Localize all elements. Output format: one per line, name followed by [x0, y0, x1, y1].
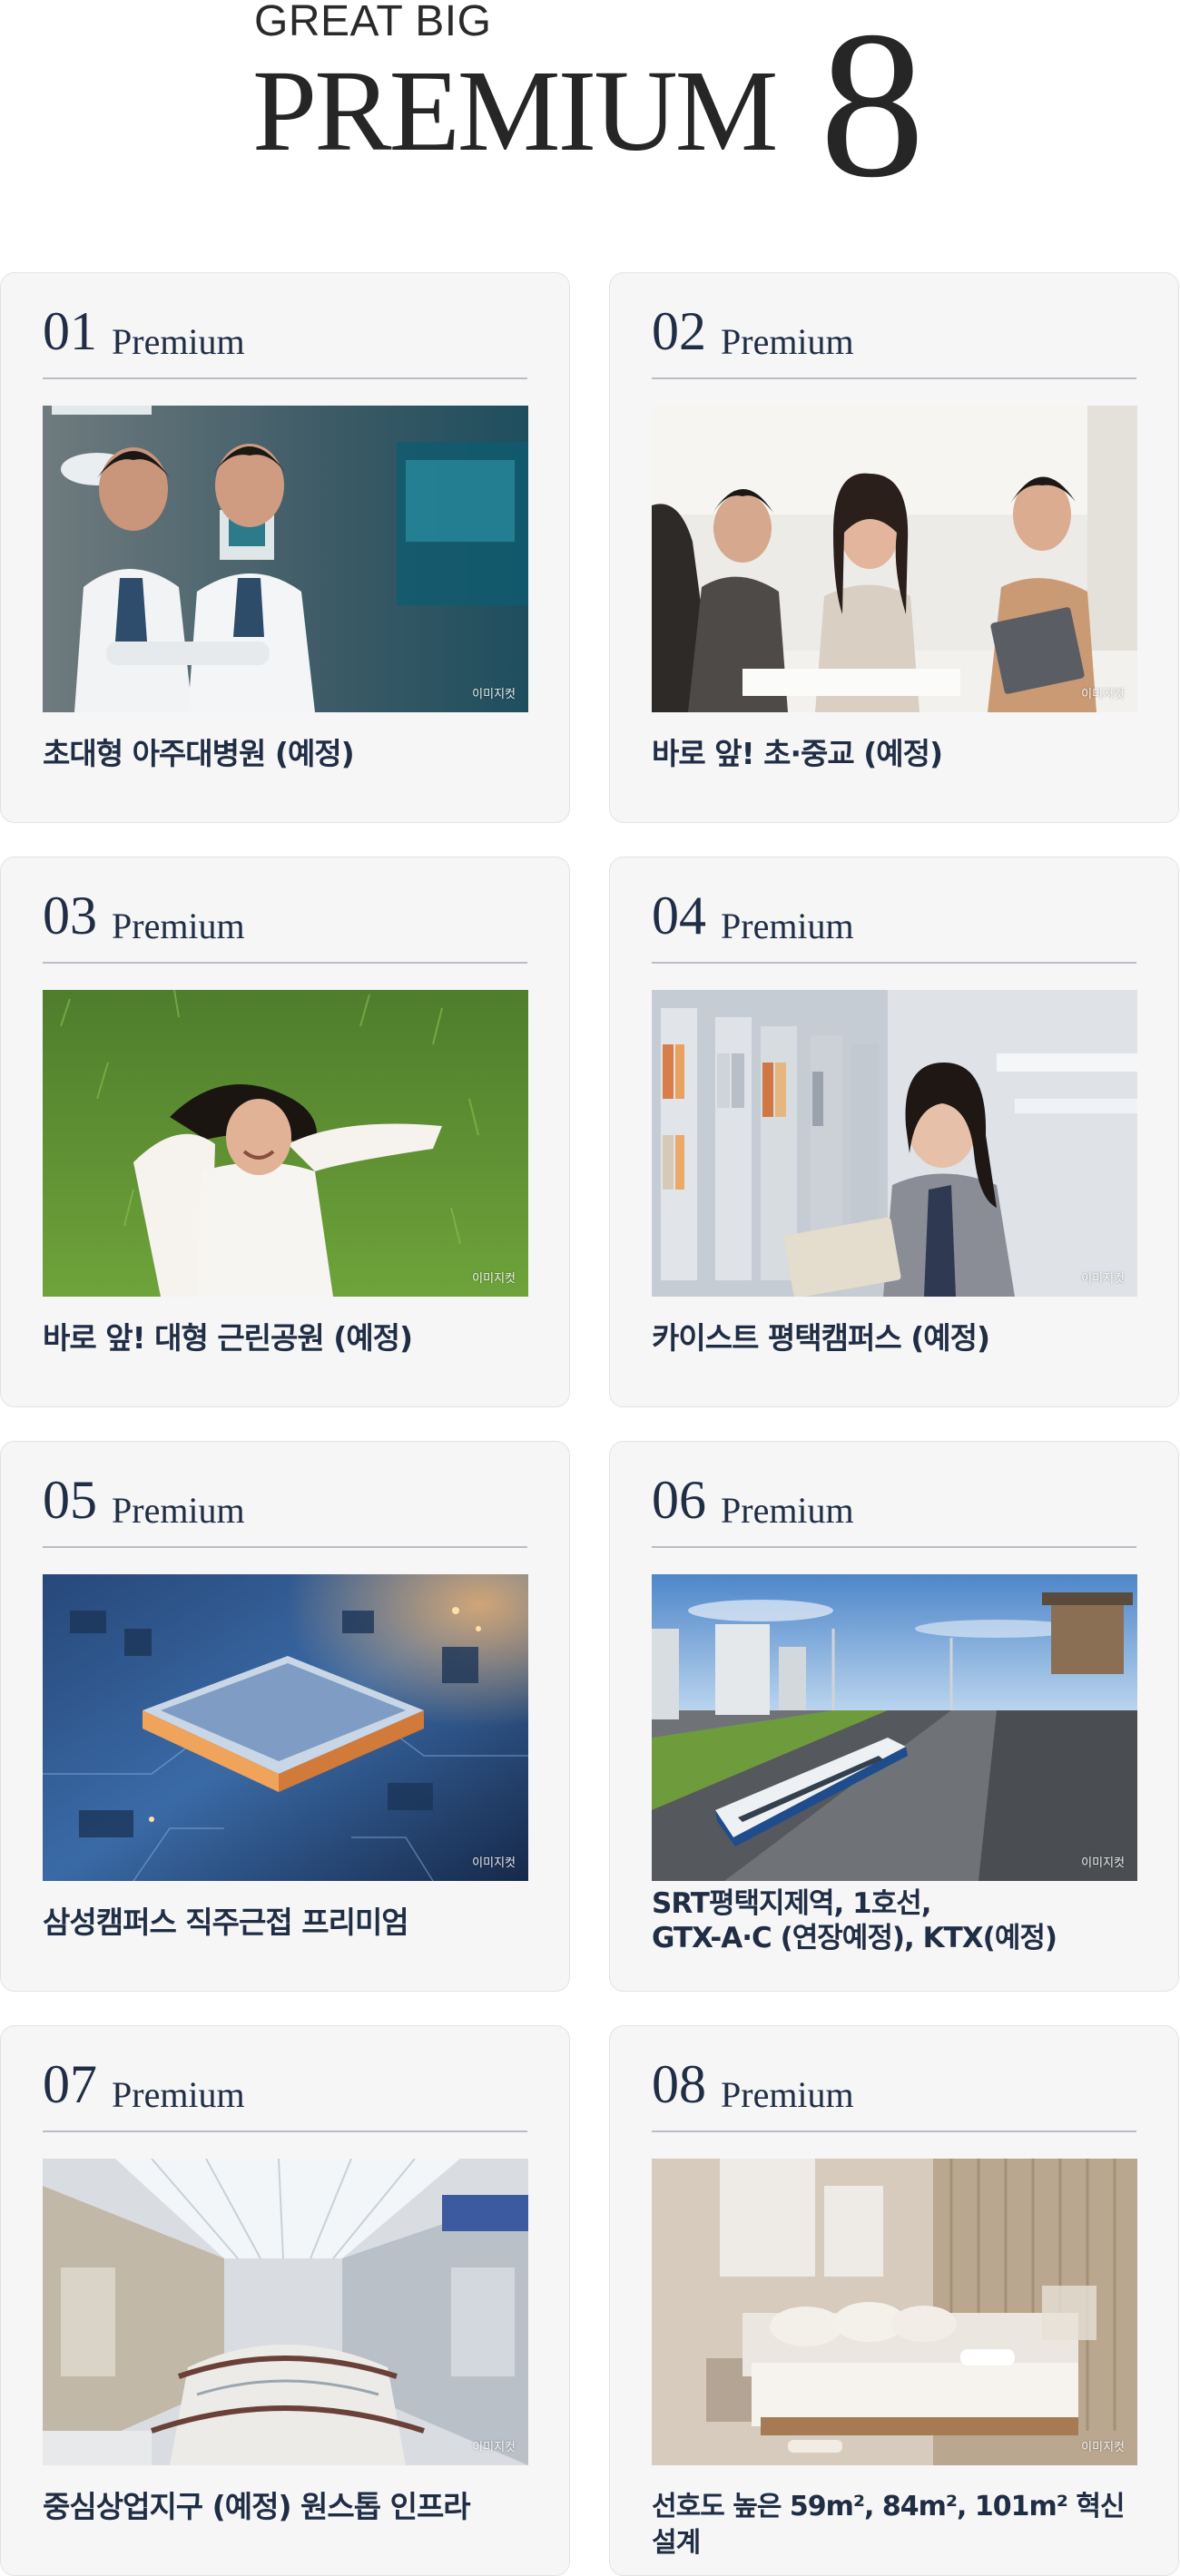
doctors-illustration — [43, 406, 528, 712]
card-heading: 01 Premium — [43, 300, 527, 378]
bedroom-photo: 이미지컷 — [652, 2159, 1137, 2465]
card-caption: 바로 앞! 초·중교 (예정) — [652, 736, 943, 771]
card-divider — [43, 1546, 527, 1548]
train-illustration — [652, 1574, 1137, 1881]
card-label: Premium — [112, 1490, 245, 1531]
card-heading: 06 Premium — [652, 1469, 1136, 1547]
premium-card-04: 04 Premium 이미지컷 카이스트 평택캠퍼스 (예정) — [609, 857, 1179, 1407]
card-caption-line-1: SRT평택지제역, 1호선, — [652, 1887, 932, 1920]
card-label: Premium — [112, 321, 245, 362]
card-number: 04 — [652, 886, 706, 945]
card-label: Premium — [721, 906, 854, 946]
chip-photo: 이미지컷 — [43, 1574, 528, 1881]
premium-card-03: 03 Premium 이미지컷 바로 앞! 대형 근린공원 (예정) — [0, 857, 570, 1407]
premium-card-02: 02 Premium 이미지컷 바로 앞! 초·중교 (예정) — [609, 272, 1179, 823]
image-watermark: 이미지컷 — [472, 1856, 516, 1870]
card-caption: 초대형 아주대병원 (예정) — [43, 736, 355, 771]
card-label: Premium — [721, 321, 854, 362]
library-illustration — [652, 990, 1137, 1297]
card-label: Premium — [721, 1490, 854, 1531]
premium-card-06: 06 Premium 이미지컷 SRT평택지제역, 1호선, GTX-A·C (… — [609, 1441, 1179, 1992]
card-caption: 중심상업지구 (예정) 원스톱 인프라 — [43, 2489, 471, 2524]
card-heading: 03 Premium — [43, 885, 527, 963]
card-label: Premium — [721, 2074, 854, 2115]
card-number: 02 — [652, 301, 706, 361]
card-heading: 02 Premium — [652, 300, 1136, 378]
card-caption: 카이스트 평택캠퍼스 (예정) — [652, 1320, 990, 1356]
image-watermark: 이미지컷 — [1081, 2441, 1125, 2454]
card-number: 01 — [43, 301, 97, 361]
park-photo: 이미지컷 — [43, 990, 528, 1297]
image-watermark: 이미지컷 — [1081, 1272, 1125, 1286]
image-watermark: 이미지컷 — [472, 688, 516, 701]
card-heading: 08 Premium — [652, 2053, 1136, 2131]
card-label: Premium — [112, 906, 245, 946]
card-caption: 삼성캠퍼스 직주근접 프리미엄 — [43, 1905, 409, 1940]
card-heading: 05 Premium — [43, 1469, 527, 1547]
header-kicker: GREAT BIG — [254, 0, 492, 45]
premium-card-05: 05 Premium 이미지컷 삼성캠퍼스 직주근접 프리미엄 — [0, 1441, 570, 1992]
premium-card-01: 01 Premium 이미지컷 초대형 아주대병원 (예정) — [0, 272, 570, 823]
doctors-photo: 이미지컷 — [43, 406, 528, 712]
park-illustration — [43, 990, 528, 1297]
train-photo: 이미지컷 — [652, 1574, 1137, 1881]
card-divider — [652, 1546, 1136, 1548]
card-divider — [43, 2130, 527, 2132]
page-header: GREAT BIG PREMIUM 8 — [0, 0, 1180, 218]
card-caption: 선호도 높은 59m², 84m², 101m² 혁신 설계 — [652, 2491, 1126, 2559]
chip-illustration — [43, 1574, 528, 1881]
card-number: 05 — [43, 1470, 97, 1530]
mall-illustration — [43, 2159, 528, 2465]
card-divider — [652, 377, 1136, 379]
header-number: 8 — [820, 0, 925, 221]
mall-photo: 이미지컷 — [43, 2159, 528, 2465]
card-number: 03 — [43, 886, 97, 945]
card-number: 08 — [652, 2054, 706, 2114]
card-caption-line-2: GTX-A·C (연장예정), KTX(예정) — [652, 1922, 1057, 1954]
card-number: 07 — [43, 2054, 97, 2114]
image-watermark: 이미지컷 — [472, 1272, 516, 1286]
students-illustration — [652, 406, 1137, 712]
card-caption: 바로 앞! 대형 근린공원 (예정) — [43, 1320, 413, 1356]
image-watermark: 이미지컷 — [1081, 688, 1125, 701]
header-title: PREMIUM — [252, 46, 778, 175]
students-photo: 이미지컷 — [652, 406, 1137, 712]
card-heading: 07 Premium — [43, 2053, 527, 2131]
card-number: 06 — [652, 1470, 706, 1530]
library-photo: 이미지컷 — [652, 990, 1137, 1297]
card-divider — [43, 962, 527, 964]
card-heading: 04 Premium — [652, 885, 1136, 963]
card-label: Premium — [112, 2074, 245, 2115]
card-divider — [43, 377, 527, 379]
image-watermark: 이미지컷 — [472, 2441, 516, 2454]
premium-card-08: 08 Premium 이미지컷 선호도 높은 59m², 84m², 101m²… — [609, 2025, 1179, 2576]
card-divider — [652, 962, 1136, 964]
image-watermark: 이미지컷 — [1081, 1856, 1125, 1870]
card-divider — [652, 2130, 1136, 2132]
premium-card-07: 07 Premium 이미지컷 중심상업지구 (예정) 원스톱 인프라 — [0, 2025, 570, 2576]
card-caption: SRT평택지제역, 1호선, GTX-A·C (연장예정), KTX(예정) — [652, 1886, 1151, 1955]
bedroom-illustration — [652, 2159, 1137, 2465]
